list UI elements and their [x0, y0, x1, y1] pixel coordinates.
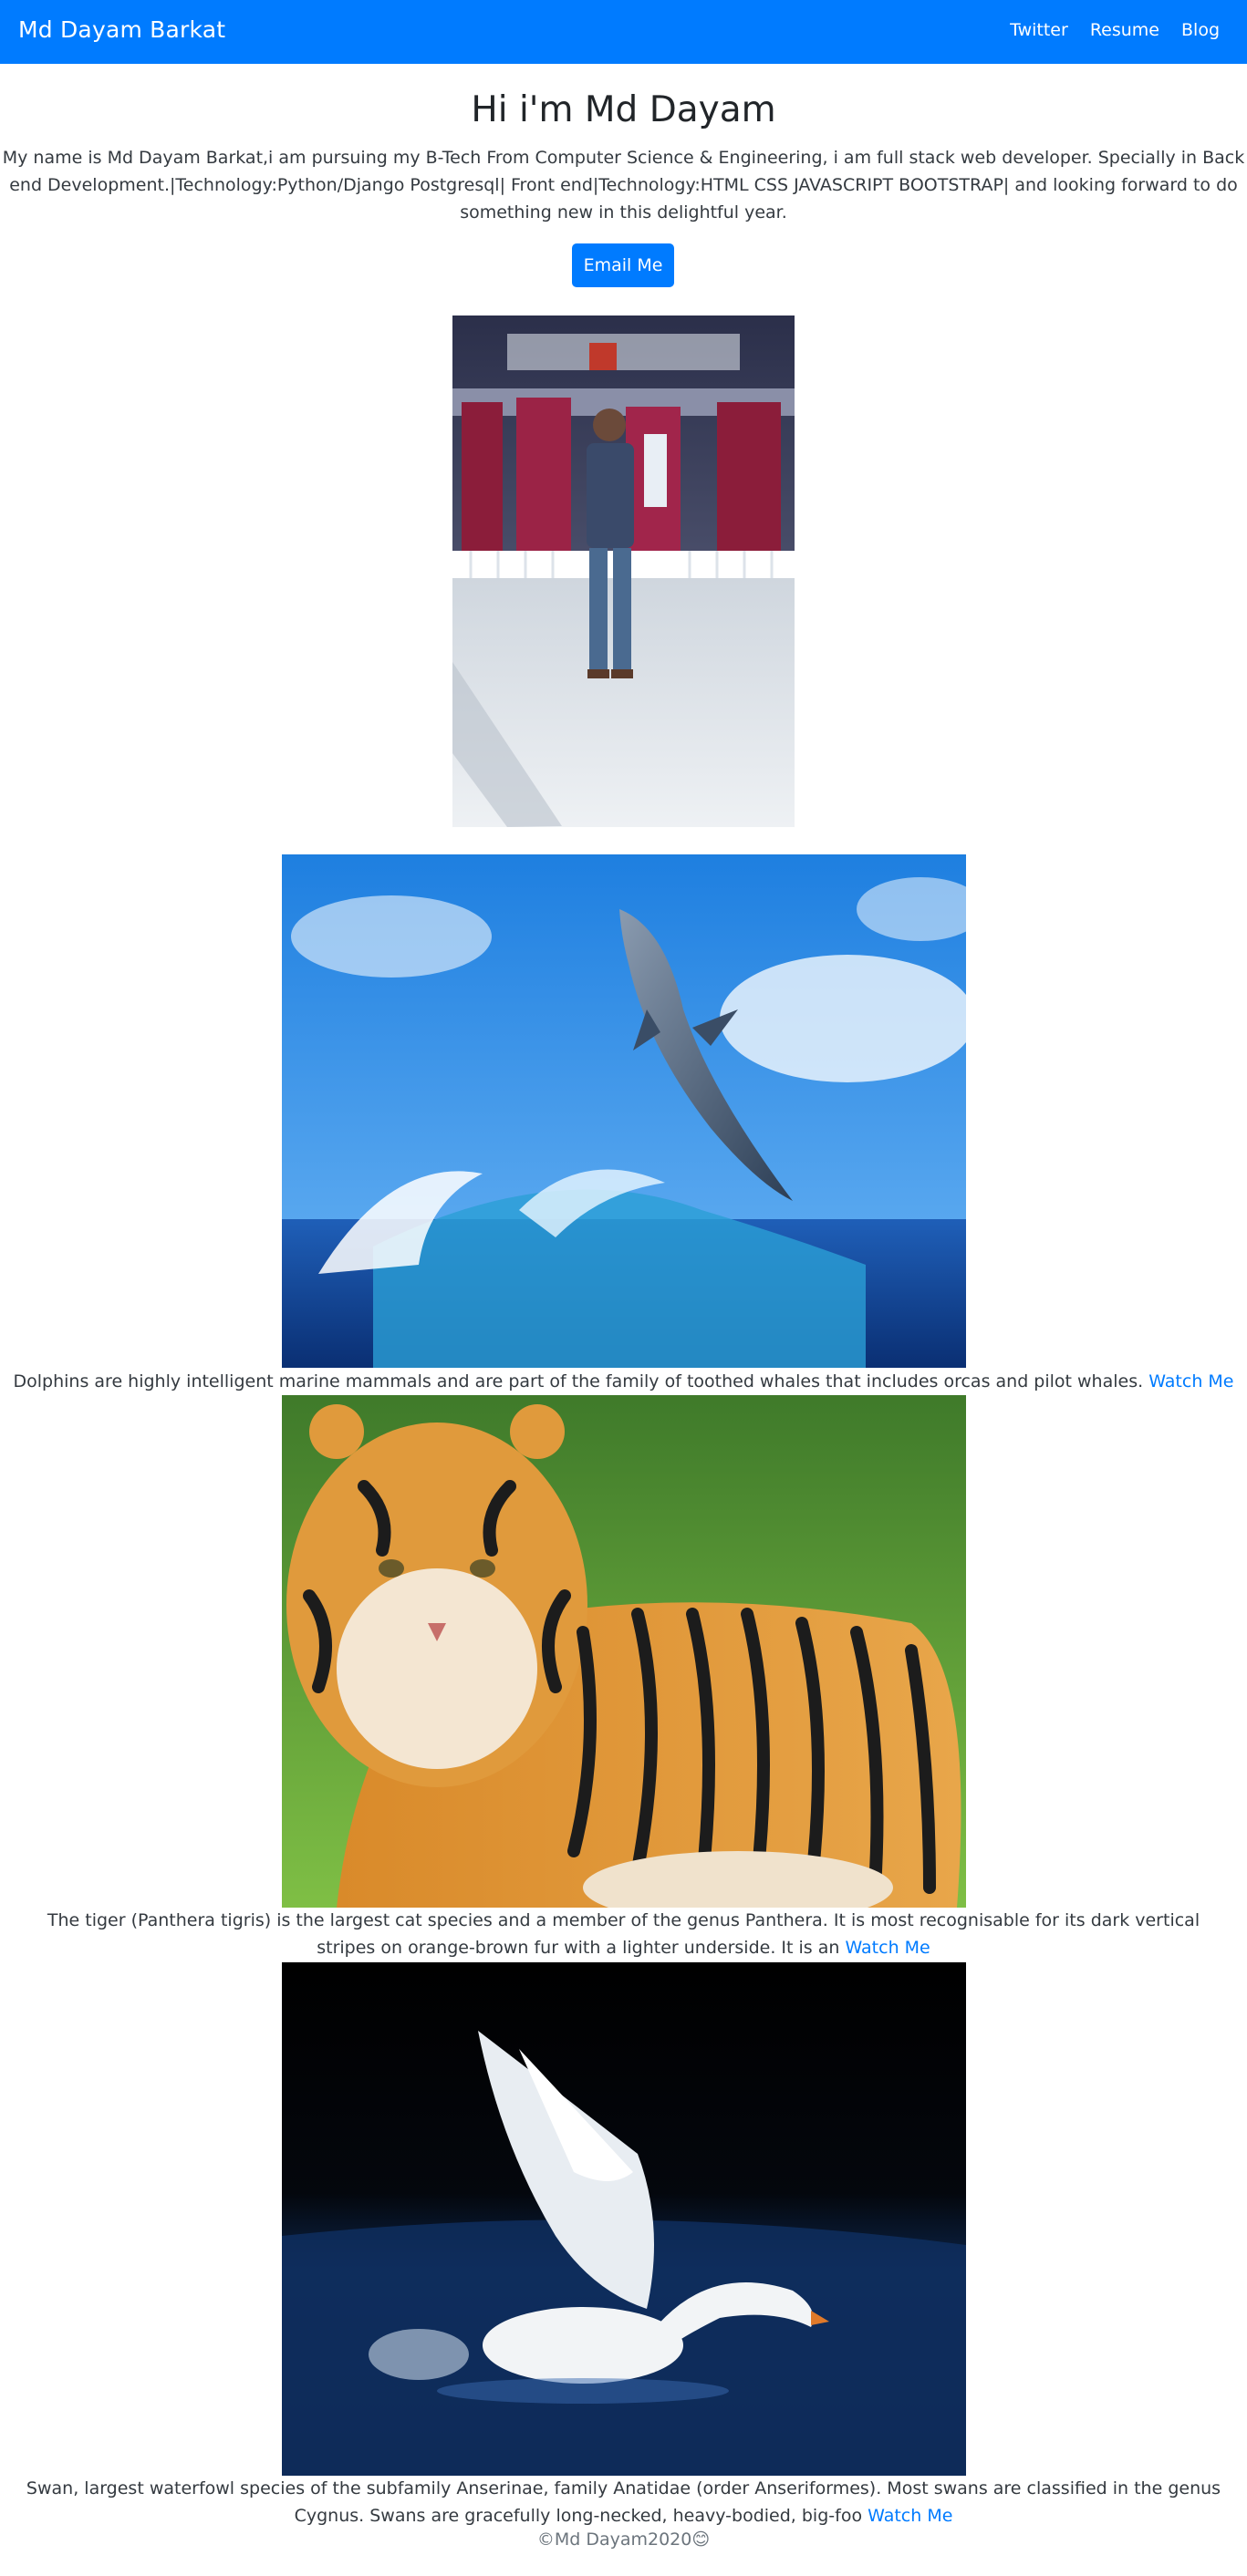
tiger-caption-text: The tiger (Panthera tigris) is the large… [47, 1910, 1200, 1958]
nav-link-twitter[interactable]: Twitter [1010, 20, 1068, 40]
tiger-caption: The tiger (Panthera tigris) is the large… [0, 1907, 1247, 1961]
footer-copyright: ©Md Dayam2020 [536, 2529, 692, 2550]
navbar-brand[interactable]: Md Dayam Barkat [18, 16, 225, 43]
smiley-icon: 😊 [691, 2529, 711, 2550]
page-title: Hi i'm Md Dayam [471, 89, 776, 130]
nav-link-resume[interactable]: Resume [1090, 20, 1159, 40]
nav-links: Twitter Resume Blog [988, 20, 1220, 40]
dolphin-photo [282, 854, 966, 1368]
tiger-photo [282, 1395, 966, 1908]
nav-link-blog[interactable]: Blog [1181, 20, 1220, 40]
dolphin-caption-text: Dolphins are highly intelligent marine m… [13, 1371, 1144, 1391]
footer: ©Md Dayam2020😊 [0, 2529, 1247, 2550]
dolphin-watch-link[interactable]: Watch Me [1148, 1371, 1233, 1391]
intro-paragraph: My name is Md Dayam Barkat,i am pursuing… [2, 148, 1245, 222]
profile-photo [452, 316, 795, 827]
swan-watch-link[interactable]: Watch Me [868, 2506, 952, 2526]
swan-caption: Swan, largest waterfowl species of the s… [0, 2475, 1247, 2529]
swan-caption-text: Swan, largest waterfowl species of the s… [26, 2478, 1221, 2526]
tiger-watch-link[interactable]: Watch Me [845, 1938, 930, 1958]
swan-photo [282, 1962, 966, 2476]
navbar: Md Dayam Barkat Twitter Resume Blog [0, 0, 1247, 64]
dolphin-caption: Dolphins are highly intelligent marine m… [0, 1368, 1247, 1395]
email-me-button[interactable]: Email Me [572, 243, 674, 287]
